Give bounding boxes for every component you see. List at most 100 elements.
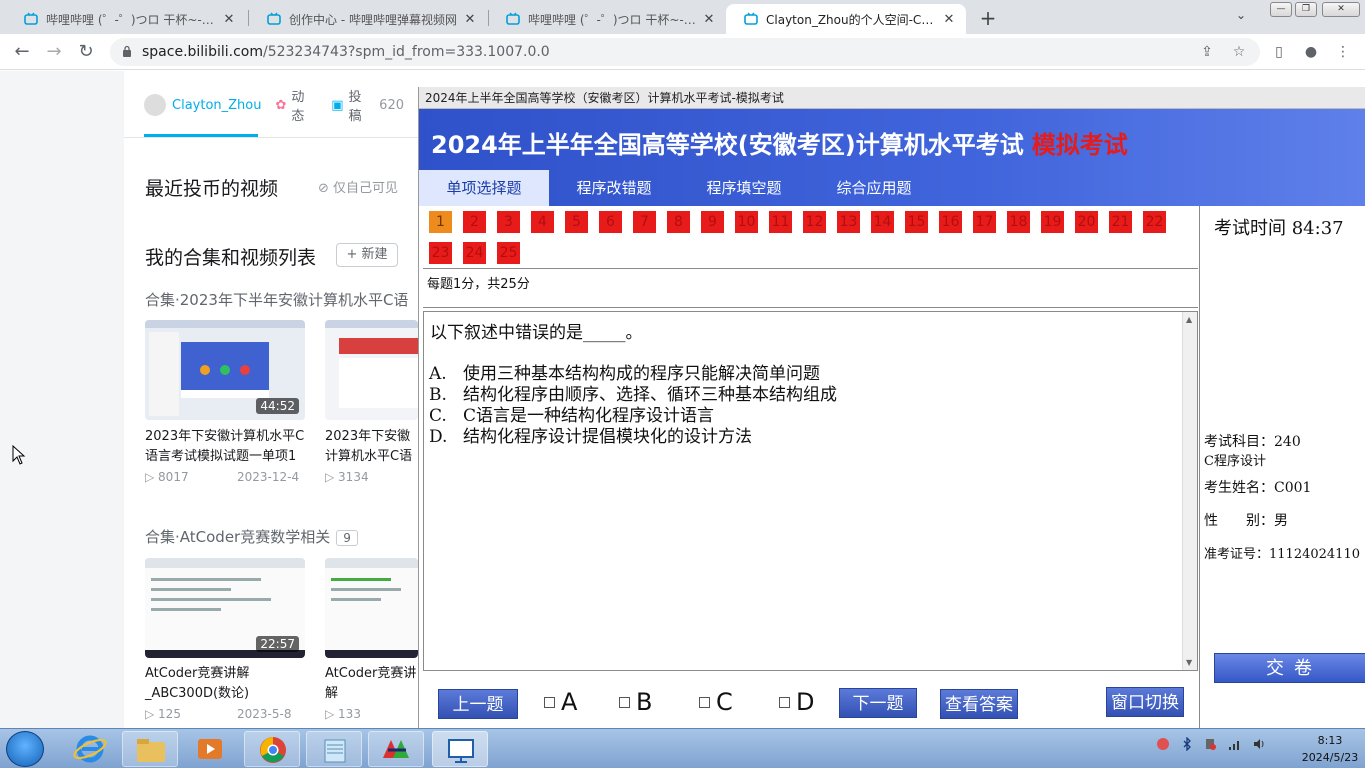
question-number-6[interactable]: 6 [599, 211, 622, 233]
more-menu-icon[interactable]: ⋮ [1334, 43, 1352, 61]
back-arrow-icon[interactable]: ← [10, 40, 34, 64]
choice-b[interactable]: B [619, 688, 652, 716]
video-thumbnail[interactable] [325, 558, 418, 658]
scroll-up-icon[interactable]: ▲ [1186, 315, 1192, 324]
media-player-icon[interactable] [182, 731, 238, 767]
question-number-24[interactable]: 24 [463, 242, 486, 264]
choice-a[interactable]: A [544, 688, 577, 716]
minimize-window-icon[interactable]: — [1270, 2, 1292, 17]
share-icon[interactable]: ⇪ [1198, 43, 1216, 61]
video-thumbnail[interactable] [325, 320, 418, 420]
forward-arrow-icon[interactable]: → [42, 40, 66, 64]
close-icon[interactable]: ✕ [702, 12, 716, 27]
side-panel-icon[interactable]: ▯ [1270, 43, 1288, 61]
question-number-17[interactable]: 17 [973, 211, 996, 233]
new-tab-plus-icon[interactable]: + [976, 6, 1000, 30]
volume-icon[interactable] [1252, 737, 1266, 751]
video-thumbnail[interactable]: 44:52 [145, 320, 305, 420]
tab-program-correction[interactable]: 程序改错题 [549, 170, 679, 206]
windows-taskbar: 8:13 2024/5/23 [0, 728, 1365, 768]
start-button-icon[interactable] [6, 731, 44, 767]
chrome-icon[interactable] [244, 731, 300, 767]
nav-posts[interactable]: ▣ 投稿 620 [331, 86, 404, 124]
internet-explorer-icon[interactable] [62, 731, 118, 767]
collection-title[interactable]: 合集·2023年下半年安徽计算机水平C语 [145, 289, 408, 310]
question-number-16[interactable]: 16 [939, 211, 962, 233]
network-tray-icon[interactable] [1156, 737, 1170, 751]
question-number-10[interactable]: 10 [735, 211, 758, 233]
question-panel[interactable]: 以下叙述中错误的是_____。 A. 使用三种基本结构构成的程序只能解决简单问题 … [423, 311, 1198, 671]
close-icon[interactable]: ✕ [463, 12, 477, 27]
submit-exam-button[interactable]: 交卷 [1214, 653, 1365, 683]
question-number-8[interactable]: 8 [667, 211, 690, 233]
nav-dynamic[interactable]: ✿ 动态 [275, 86, 317, 124]
video-title[interactable]: AtCoder竞赛讲解_ABC300D(数论) [145, 664, 310, 704]
question-number-18[interactable]: 18 [1007, 211, 1030, 233]
tab-program-fill[interactable]: 程序填空题 [679, 170, 809, 206]
signal-bars-icon[interactable] [1228, 737, 1242, 751]
system-clock[interactable]: 8:13 2024/5/23 [1300, 732, 1360, 766]
choice-d[interactable]: D [779, 688, 814, 716]
next-question-button[interactable]: 下一题 [839, 688, 917, 718]
scroll-down-icon[interactable]: ▼ [1186, 658, 1192, 667]
checkbox[interactable] [779, 696, 790, 708]
chevron-down-icon[interactable]: ⌄ [1236, 8, 1246, 22]
new-collection-button[interactable]: + 新建 [336, 243, 398, 267]
checkbox[interactable] [699, 696, 710, 708]
question-number-9[interactable]: 9 [701, 211, 724, 233]
checkbox[interactable] [544, 696, 555, 708]
browser-tab-3[interactable]: 哔哩哔哩 (゜-゜)つロ 干杯~-bilibili ✕ [488, 4, 726, 34]
reload-icon[interactable]: ↻ [74, 40, 98, 64]
exam-app-icon[interactable] [368, 731, 424, 767]
close-icon[interactable]: ✕ [222, 12, 236, 27]
video-title[interactable]: 2023年下安徽计算机水平C语言考试模拟试题一单项1 [145, 427, 310, 467]
bluetooth-icon[interactable] [1180, 737, 1194, 751]
question-number-4[interactable]: 4 [531, 211, 554, 233]
collection-title[interactable]: 合集·AtCoder竞赛数学相关 9 [145, 526, 358, 547]
view-answer-button[interactable]: 查看答案 [940, 689, 1018, 719]
tab-comprehensive[interactable]: 综合应用题 [809, 170, 939, 206]
question-number-13[interactable]: 13 [837, 211, 860, 233]
question-number-5[interactable]: 5 [565, 211, 588, 233]
notepad-icon[interactable] [306, 731, 362, 767]
choice-c[interactable]: C [699, 688, 733, 716]
prev-question-button[interactable]: 上一题 [438, 689, 518, 719]
question-number-1[interactable]: 1 [429, 211, 452, 233]
question-number-22[interactable]: 22 [1143, 211, 1166, 233]
file-explorer-icon[interactable] [122, 731, 178, 767]
question-number-19[interactable]: 19 [1041, 211, 1064, 233]
checkbox[interactable] [619, 696, 630, 708]
question-number-3[interactable]: 3 [497, 211, 520, 233]
browser-tab-4-active[interactable]: Clayton_Zhou的个人空间-Clayton ✕ [726, 4, 966, 34]
usb-device-icon[interactable] [1203, 737, 1217, 751]
address-bar[interactable]: space.bilibili.com/523234743?spm_id_from… [110, 38, 1260, 66]
bookmark-star-icon[interactable]: ☆ [1230, 43, 1248, 61]
video-title[interactable]: AtCoder竞赛讲解_ABC300E(概率 [325, 664, 418, 704]
question-number-20[interactable]: 20 [1075, 211, 1098, 233]
question-number-25[interactable]: 25 [497, 242, 520, 264]
question-number-21[interactable]: 21 [1109, 211, 1132, 233]
profile-avatar-icon[interactable]: ● [1302, 43, 1320, 61]
close-icon[interactable]: ✕ [942, 12, 956, 27]
browser-tab-1[interactable]: 哔哩哔哩 (゜-゜)つロ 干杯~-bilibili ✕ [6, 4, 246, 34]
restore-window-icon[interactable]: ❐ [1295, 2, 1317, 17]
tab-single-choice[interactable]: 单项选择题 [419, 170, 549, 206]
video-title[interactable]: 2023年下安徽计算机水平C语言考试模拟试题一 [325, 427, 418, 467]
nav-home[interactable]: Clayton_Zhou [144, 94, 261, 116]
browser-tab-2[interactable]: 创作中心 - 哔哩哔哩弹幕视频网 ✕ [249, 4, 487, 34]
question-number-2[interactable]: 2 [463, 211, 486, 233]
avatar [144, 94, 166, 116]
question-number-15[interactable]: 15 [905, 211, 928, 233]
switch-window-button[interactable]: 窗口切换 [1106, 687, 1184, 717]
question-number-23[interactable]: 23 [429, 242, 452, 264]
private-visibility[interactable]: ⊘ 仅自己可见 [318, 177, 398, 196]
video-thumbnail[interactable]: 22:57 [145, 558, 305, 658]
collection-count: 9 [336, 530, 358, 546]
question-number-12[interactable]: 12 [803, 211, 826, 233]
close-window-icon[interactable]: ✕ [1322, 2, 1360, 17]
question-number-11[interactable]: 11 [769, 211, 792, 233]
question-scrollbar[interactable]: ▲ ▼ [1182, 312, 1197, 670]
question-number-7[interactable]: 7 [633, 211, 656, 233]
presentation-app-icon[interactable] [432, 731, 488, 767]
question-number-14[interactable]: 14 [871, 211, 894, 233]
